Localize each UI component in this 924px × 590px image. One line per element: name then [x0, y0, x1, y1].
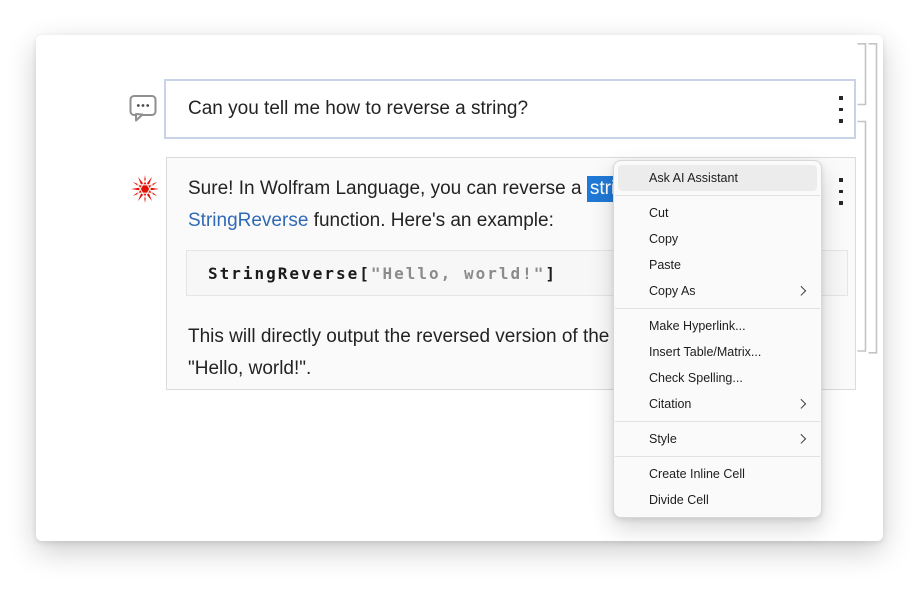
- chevron-right-icon: [796, 286, 805, 295]
- response-paragraph-2: This will directly output the reversed v…: [188, 321, 661, 385]
- menu-item-label: Ask AI Assistant: [649, 171, 738, 185]
- menu-item-label: Copy: [649, 232, 678, 246]
- context-menu: Ask AI Assistant Cut Copy Paste Copy As …: [613, 160, 822, 518]
- menu-separator: [615, 308, 820, 309]
- menu-item-copy-as[interactable]: Copy As: [614, 278, 821, 304]
- menu-item-label: Insert Table/Matrix...: [649, 345, 761, 359]
- response-text: function. Here's an example:: [308, 210, 553, 231]
- chat-bubble-icon: [129, 93, 157, 129]
- response-text: Sure! In Wolfram Language, you can rever…: [188, 178, 587, 199]
- menu-separator: [615, 195, 820, 196]
- menu-item-citation[interactable]: Citation: [614, 391, 821, 417]
- menu-item-check-spelling[interactable]: Check Spelling...: [614, 365, 821, 391]
- menu-item-ask-ai-assistant[interactable]: Ask AI Assistant: [618, 165, 817, 191]
- chevron-right-icon: [796, 434, 805, 443]
- menu-item-label: Check Spelling...: [649, 371, 743, 385]
- chat-cell-options-kebab-icon[interactable]: [835, 96, 847, 123]
- wolfram-spikey-icon: [131, 175, 159, 208]
- menu-item-copy[interactable]: Copy: [614, 226, 821, 252]
- code-open-bracket: [: [359, 264, 371, 283]
- menu-item-label: Divide Cell: [649, 493, 709, 507]
- menu-separator: [615, 456, 820, 457]
- response-text: This will directly output the reversed v…: [188, 326, 661, 347]
- menu-item-label: Citation: [649, 397, 691, 411]
- menu-item-divide-cell[interactable]: Divide Cell: [614, 487, 821, 513]
- code-string-argument: "Hello, world!": [371, 264, 546, 283]
- menu-item-label: Cut: [649, 206, 668, 220]
- menu-separator: [615, 421, 820, 422]
- menu-item-label: Style: [649, 432, 677, 446]
- chat-input-cell[interactable]: Can you tell me how to reverse a string?: [164, 79, 856, 139]
- code-function-name: StringReverse: [208, 264, 359, 283]
- menu-item-insert-table-matrix[interactable]: Insert Table/Matrix...: [614, 339, 821, 365]
- menu-item-label: Create Inline Cell: [649, 467, 745, 481]
- menu-item-label: Copy As: [649, 284, 696, 298]
- menu-item-label: Paste: [649, 258, 681, 272]
- menu-item-style[interactable]: Style: [614, 426, 821, 452]
- code-close-bracket: ]: [545, 264, 557, 283]
- chevron-right-icon: [796, 399, 805, 408]
- menu-item-make-hyperlink[interactable]: Make Hyperlink...: [614, 313, 821, 339]
- response-text: "Hello, world!".: [188, 358, 311, 379]
- chat-input-text: Can you tell me how to reverse a string?: [188, 98, 528, 120]
- stringreverse-doc-link[interactable]: StringReverse: [188, 210, 308, 231]
- menu-item-paste[interactable]: Paste: [614, 252, 821, 278]
- menu-item-create-inline-cell[interactable]: Create Inline Cell: [614, 461, 821, 487]
- menu-item-cut[interactable]: Cut: [614, 200, 821, 226]
- menu-item-label: Make Hyperlink...: [649, 319, 746, 333]
- response-cell-options-kebab-icon[interactable]: [835, 178, 847, 205]
